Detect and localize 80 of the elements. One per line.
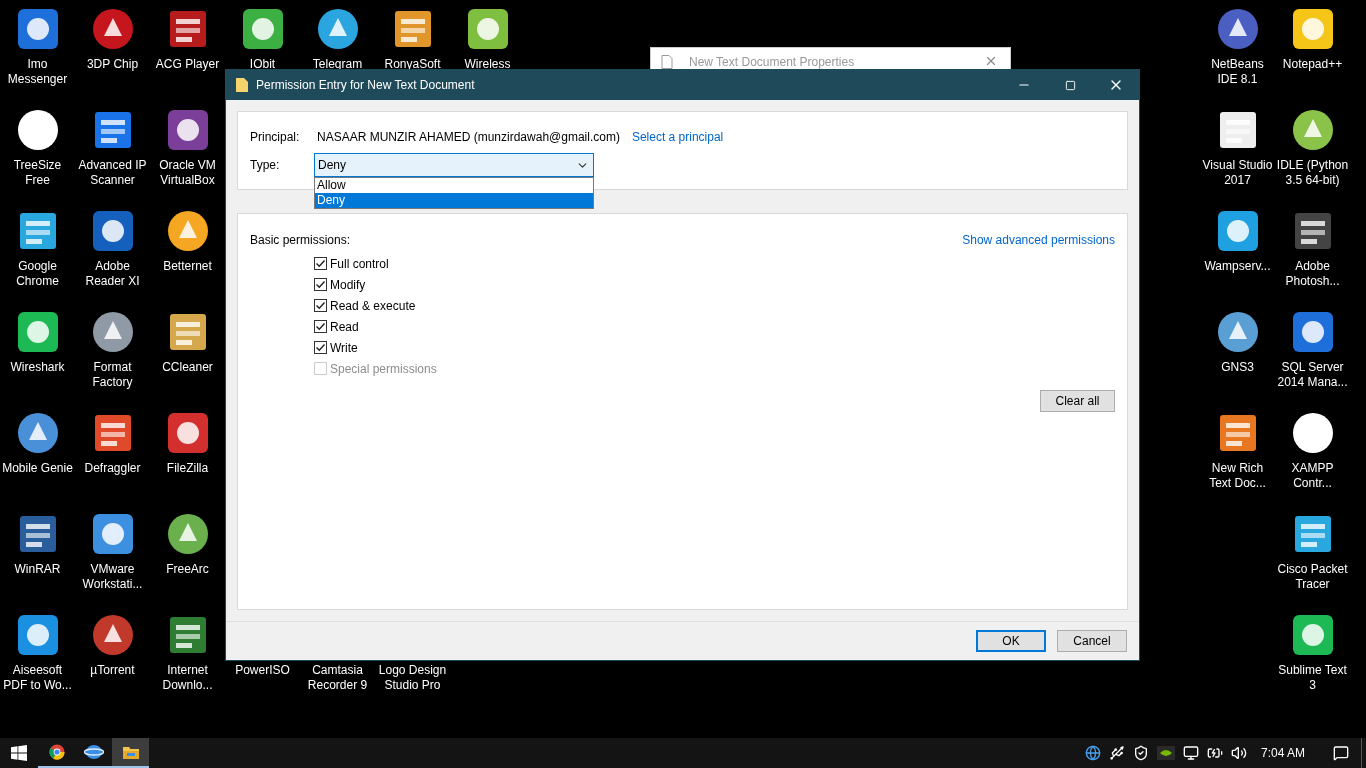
- close-icon[interactable]: [984, 54, 998, 68]
- globe-icon[interactable]: [1085, 745, 1101, 761]
- desktop-icon-label[interactable]: FreeArc: [150, 562, 225, 577]
- desktop-icon-label[interactable]: SQL Server 2014 Mana...: [1275, 360, 1350, 390]
- desktop-icon-label[interactable]: Logo Design Studio Pro: [375, 663, 450, 693]
- dropdown-option[interactable]: Deny: [315, 193, 593, 208]
- field-label: Type:: [250, 157, 281, 174]
- desktop-icon-label[interactable]: TreeSize Free: [0, 158, 75, 188]
- clear-all-button[interactable]: Clear all: [1040, 390, 1115, 412]
- shield-icon[interactable]: [1133, 745, 1149, 761]
- checkbox-label: Read: [330, 318, 359, 336]
- checkbox[interactable]: [314, 278, 327, 291]
- window-title: New Text Document Properties: [689, 54, 855, 71]
- desktop-icon-label[interactable]: Betternet: [150, 259, 225, 274]
- checkbox[interactable]: [314, 299, 327, 312]
- desktop-icon-label[interactable]: VMware Workstati...: [75, 562, 150, 592]
- desktop-icon-label[interactable]: Sublime Text 3: [1275, 663, 1350, 693]
- desktop-icon-label[interactable]: PowerISO: [225, 663, 300, 678]
- desktop-icon-label[interactable]: XAMPP Contr...: [1275, 461, 1350, 491]
- desktop-icon-label[interactable]: GNS3: [1200, 360, 1275, 375]
- taskbar-app-button[interactable]: [112, 738, 149, 768]
- desktop-icon-label[interactable]: Adobe Reader XI: [75, 259, 150, 289]
- desktop-icon-label[interactable]: Visual Studio 2017: [1200, 158, 1275, 188]
- window-title: Permission Entry for New Text Document: [256, 77, 475, 94]
- globe-icon: [83, 744, 104, 760]
- desktop-icon-label[interactable]: Notepad++: [1275, 57, 1350, 72]
- desktop-icon-label[interactable]: New Rich Text Doc...: [1200, 461, 1275, 491]
- desktop-icon-label[interactable]: CCleaner: [150, 360, 225, 375]
- desktop-icon-label[interactable]: NetBeans IDE 8.1: [1200, 57, 1275, 87]
- checkbox[interactable]: [314, 320, 327, 333]
- folder-icon: [235, 77, 249, 93]
- volume-icon[interactable]: [1231, 745, 1247, 761]
- windows-logo-icon: [11, 745, 27, 761]
- desktop-icon-label[interactable]: Adobe Photosh...: [1275, 259, 1350, 289]
- desktop-icon-label[interactable]: FileZilla: [150, 461, 225, 476]
- desktop-icon-label[interactable]: µTorrent: [75, 663, 150, 678]
- folder-icon: [121, 744, 140, 760]
- battery-icon[interactable]: [1207, 745, 1223, 761]
- checkbox-label: Write: [330, 339, 358, 357]
- dialog-button[interactable]: OK: [976, 630, 1046, 652]
- field-label: Principal:: [250, 128, 301, 146]
- checkbox-label: Special permissions: [330, 360, 437, 378]
- desktop-icon-label[interactable]: Defraggler: [75, 461, 150, 476]
- network-icon[interactable]: [1183, 745, 1199, 761]
- notifications-icon: [1333, 745, 1349, 761]
- usb-icon[interactable]: [1109, 745, 1125, 761]
- type-dropdown[interactable]: Deny: [314, 153, 594, 177]
- desktop-icon-label[interactable]: Aiseesoft PDF to Wo...: [0, 663, 75, 693]
- desktop-icon-label[interactable]: Mobile Genie: [0, 461, 75, 476]
- principal-name: NASAAR MUNZIR AHAMED (munzirdawah@gmail.com): [317, 128, 620, 146]
- desktop-icon-label[interactable]: Google Chrome: [0, 259, 75, 289]
- desktop-icon-label[interactable]: Wireshark: [0, 360, 75, 375]
- eye-icon[interactable]: [1157, 746, 1175, 760]
- desktop-icon-label[interactable]: Oracle VM VirtualBox: [150, 158, 225, 188]
- checkbox[interactable]: [314, 257, 327, 270]
- desktop-icon-label[interactable]: IDLE (Python 3.5 64-bit): [1275, 158, 1350, 188]
- desktop-icon-label[interactable]: Advanced IP Scanner: [75, 158, 150, 188]
- desktop-icon-label[interactable]: Imo Messenger: [0, 57, 75, 87]
- desktop-icon-label[interactable]: Internet Downlo...: [150, 663, 225, 693]
- browser-icon: [48, 744, 65, 760]
- desktop-icon-label[interactable]: Wampserv...: [1200, 259, 1275, 274]
- desktop-icon-label[interactable]: Format Factory: [75, 360, 150, 390]
- section-heading: Basic permissions:: [250, 232, 351, 249]
- dropdown-option[interactable]: Allow: [315, 178, 593, 193]
- maximize-icon: [1064, 79, 1076, 91]
- checkbox-label: Full control: [330, 255, 389, 273]
- advanced-permissions-link[interactable]: Show advanced permissions: [962, 231, 1115, 249]
- clock[interactable]: 7:04 AM: [1261, 744, 1313, 762]
- document-icon: [661, 55, 673, 69]
- desktop-icon-label[interactable]: Camtasia Recorder 9: [300, 663, 375, 693]
- checkbox-label: Read & execute: [330, 297, 416, 315]
- select-principal-link[interactable]: Select a principal: [631, 127, 724, 146]
- desktop-icon-label[interactable]: 3DP Chip: [75, 57, 150, 72]
- desktop-icon-label[interactable]: ACG Player: [150, 57, 225, 72]
- checkbox-label: Modify: [330, 276, 366, 294]
- desktop-icon-label[interactable]: Cisco Packet Tracer: [1275, 562, 1350, 592]
- desktop-icon-label[interactable]: IObit: [225, 57, 300, 72]
- desktop-icon-label[interactable]: WinRAR: [0, 562, 75, 577]
- checkbox[interactable]: [314, 341, 327, 354]
- dialog-button[interactable]: Cancel: [1057, 630, 1127, 652]
